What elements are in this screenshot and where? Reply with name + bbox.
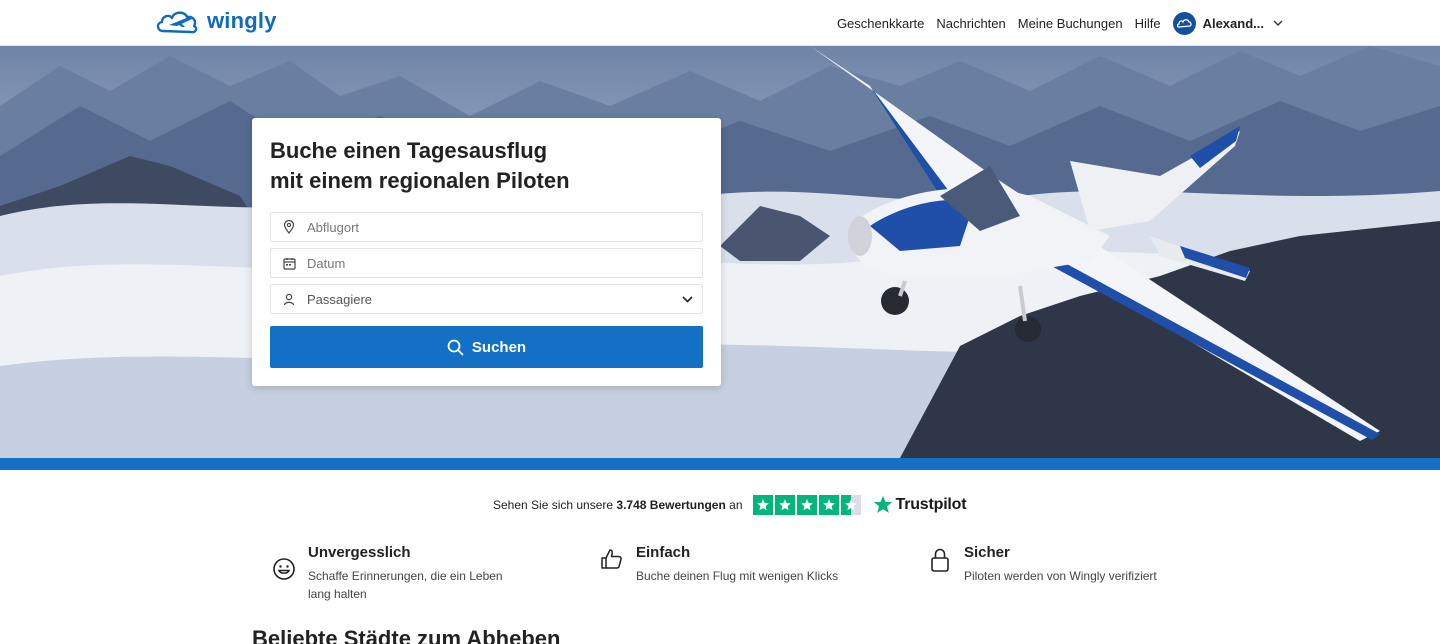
star-icon	[796, 495, 817, 515]
star-icon	[774, 495, 795, 515]
feature-description: Buche deinen Flug mit wenigen Klicks	[636, 569, 839, 583]
avatar	[1172, 11, 1196, 35]
trustpilot-prefix: Sehen Sie sich unsere	[493, 498, 614, 512]
feature-unforgettable: Unvergesslich Schaffe Erinnerungen, die …	[272, 543, 518, 603]
search-title-line-1: Buche einen Tagesausflug	[270, 138, 548, 163]
nav-my-bookings[interactable]: Meine Buchungen	[1018, 16, 1123, 31]
popular-cities-heading: Beliebte Städte zum Abheben	[252, 626, 561, 644]
search-card: Buche einen Tagesausflug mit einem regio…	[252, 118, 721, 386]
trustpilot-logo: Trustpilot	[873, 495, 967, 515]
feature-safe: Sicher Piloten werden von Wingly verifiz…	[928, 543, 1174, 585]
nav-help[interactable]: Hilfe	[1135, 16, 1161, 31]
wingly-avatar-icon	[1176, 18, 1192, 28]
cloud-plane-icon	[156, 11, 198, 34]
trustpilot-widget[interactable]: Sehen Sie sich unsere 3.748 Bewertungen …	[493, 494, 967, 516]
feature-easy: Einfach Buche deinen Flug mit wenigen Kl…	[600, 543, 846, 585]
chevron-down-icon	[1273, 20, 1283, 26]
half-star-icon	[840, 495, 861, 515]
date-input[interactable]	[307, 249, 702, 277]
user-menu[interactable]: Alexand...	[1172, 11, 1283, 35]
search-icon	[447, 339, 464, 355]
star-icon	[752, 495, 773, 515]
main-nav: Geschenkkarte Nachrichten Meine Buchunge…	[837, 0, 1283, 46]
feature-description: Piloten werden von Wingly verifiziert	[964, 569, 1157, 583]
search-title-line-2: mit einem regionalen Piloten	[270, 168, 570, 193]
feature-title: Unvergesslich	[308, 544, 411, 561]
departure-input[interactable]	[307, 213, 702, 241]
passengers-select[interactable]: Passagiere	[270, 284, 703, 314]
date-field[interactable]	[270, 248, 703, 278]
search-button-label: Suchen	[471, 338, 527, 356]
trustpilot-text: Sehen Sie sich unsere 3.748 Bewertungen …	[493, 498, 743, 512]
thumbs-up-icon	[600, 543, 636, 583]
brand-name: wingly	[207, 8, 277, 33]
wingly-logo[interactable]: wingly	[155, 7, 277, 35]
trustpilot-stars	[752, 495, 861, 515]
chevron-down-icon	[672, 295, 702, 303]
person-icon	[271, 293, 307, 306]
calendar-icon	[271, 257, 307, 270]
trustpilot-suffix: an	[729, 498, 743, 512]
feature-title: Sicher	[964, 544, 1010, 561]
lock-icon	[928, 543, 964, 583]
trustpilot-count: 3.748 Bewertungen	[616, 498, 726, 512]
hero-accent-bar	[0, 458, 1440, 470]
user-name: Alexand...	[1202, 15, 1264, 31]
departure-field[interactable]	[270, 212, 703, 242]
feature-description: Schaffe Erinnerungen, die ein Leben lang…	[308, 569, 503, 601]
feature-title: Einfach	[636, 544, 691, 561]
smiley-icon	[272, 543, 308, 583]
site-header: wingly Geschenkkarte Nachrichten Meine B…	[0, 0, 1440, 46]
nav-gift-card[interactable]: Geschenkkarte	[837, 16, 924, 31]
trustpilot-brand: Trustpilot	[895, 496, 967, 513]
star-icon	[818, 495, 839, 515]
trustpilot-star-icon	[873, 495, 892, 513]
search-card-title: Buche einen Tagesausflug mit einem regio…	[270, 136, 700, 196]
passengers-label: Passagiere	[307, 291, 373, 307]
map-pin-icon	[271, 220, 307, 234]
search-button[interactable]: Suchen	[270, 326, 703, 368]
nav-messages[interactable]: Nachrichten	[936, 16, 1005, 31]
